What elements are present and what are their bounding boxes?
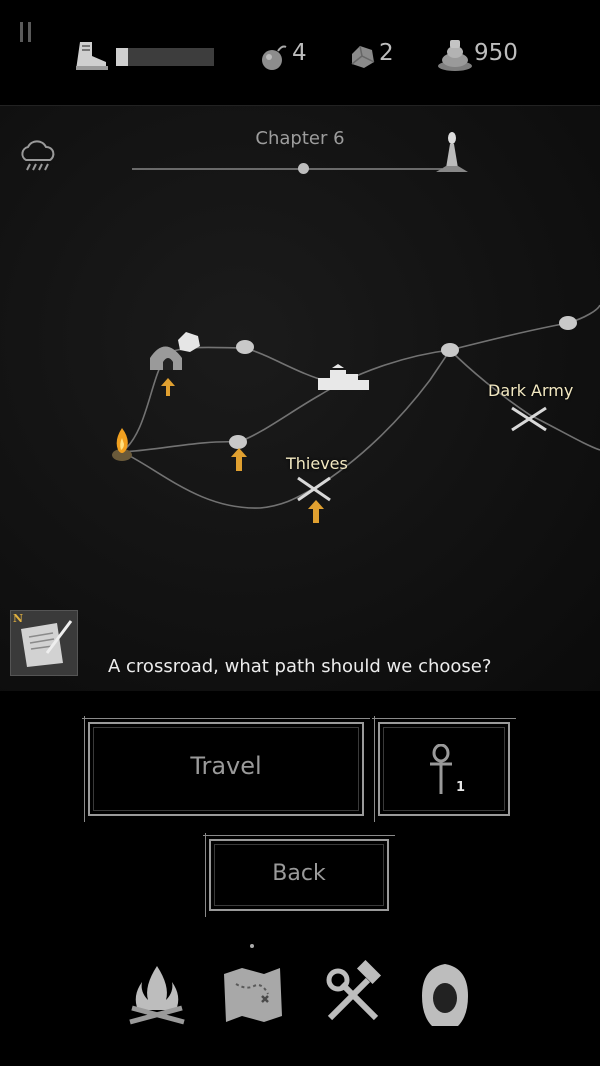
bomb-count: 4 [292, 40, 307, 66]
stone-icon [351, 45, 375, 68]
map-node[interactable] [441, 343, 459, 357]
hooded-figure-icon[interactable] [410, 960, 480, 1030]
stamina-bar-fill [116, 48, 128, 66]
stone-count: 2 [379, 40, 394, 66]
event-message: A crossroad, what path should we choose? [108, 656, 492, 677]
ankh-button[interactable]: 1 [372, 716, 516, 822]
map-node[interactable] [229, 435, 247, 449]
ankh-count: 1 [456, 780, 466, 795]
treasure-map-icon[interactable] [218, 960, 288, 1030]
crossed-swords-thieves-icon[interactable] [297, 476, 331, 502]
bomb-icon [262, 45, 287, 70]
travel-button-label: Travel [190, 752, 262, 780]
hammer-wrench-icon[interactable] [318, 960, 388, 1030]
pause-button[interactable] [20, 22, 34, 42]
campfire-icon[interactable] [122, 960, 192, 1030]
path-arrow-icon[interactable] [231, 448, 247, 471]
back-button-label: Back [272, 861, 326, 886]
map-node[interactable] [559, 316, 577, 330]
map-node[interactable] [236, 340, 254, 354]
gold-pile-icon [438, 40, 472, 71]
nav-indicator-dot [250, 944, 254, 948]
stamina-bar [116, 48, 214, 66]
status-bar: 4 2 950 [0, 0, 600, 105]
location-label-dark-army: Dark Army [488, 381, 574, 400]
crossed-swords-dark-army-icon[interactable] [511, 406, 547, 432]
travel-button[interactable]: Travel [82, 716, 370, 822]
path-arrow-icon[interactable] [161, 378, 175, 396]
gold-count: 950 [474, 40, 518, 66]
boot-icon [76, 42, 108, 70]
back-button[interactable]: Back [203, 833, 395, 917]
stone-resource-icon[interactable] [178, 332, 200, 352]
location-label-thieves: Thieves [286, 454, 348, 473]
village-icon[interactable] [318, 364, 369, 390]
path-arrow-icon[interactable] [308, 500, 324, 523]
journal-button[interactable]: N [10, 610, 78, 676]
scroll-quill-icon [21, 620, 73, 667]
ankh-icon [430, 744, 452, 794]
journal-new-badge: N [13, 612, 24, 625]
